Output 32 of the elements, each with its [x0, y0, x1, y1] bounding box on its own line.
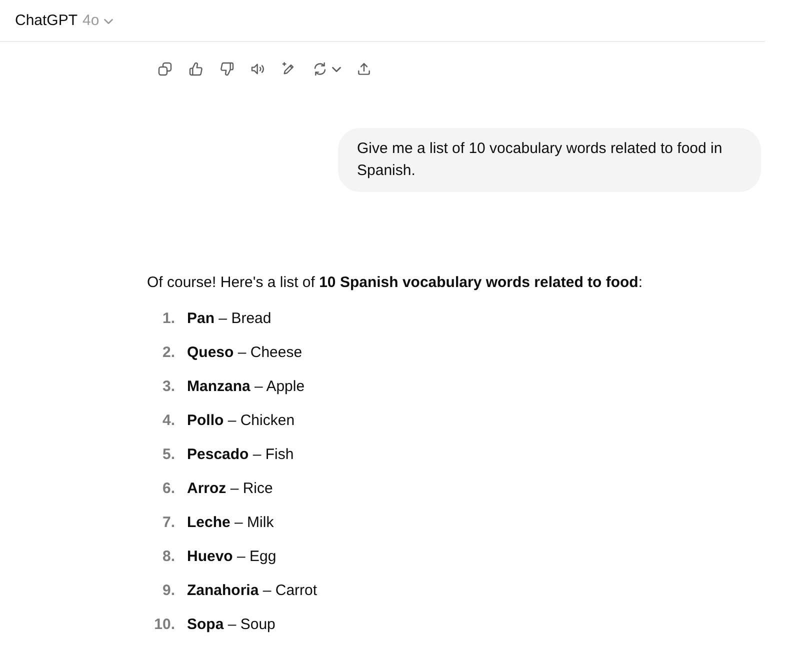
- list-number: 7.: [162, 513, 175, 533]
- list-item-text: Zanahoria – Carrot: [187, 581, 318, 601]
- list-item-text: Pollo – Chicken: [187, 411, 295, 431]
- list-number: 3.: [162, 377, 175, 397]
- list-item-text: Queso – Cheese: [187, 343, 302, 363]
- list-number: 10.: [154, 615, 175, 635]
- list-item-text: Pescado – Fish: [187, 445, 294, 465]
- thumbs-up-icon[interactable]: [188, 61, 204, 77]
- copy-icon[interactable]: [157, 61, 173, 77]
- upload-icon[interactable]: [356, 61, 372, 77]
- list-item-text: Pan – Bread: [187, 309, 272, 329]
- caret-icon[interactable]: [104, 16, 114, 26]
- list-item-text: Sopa – Soup: [187, 615, 276, 635]
- list-number: 6.: [162, 479, 175, 499]
- caret-icon[interactable]: [332, 64, 341, 74]
- list-number: 1.: [162, 309, 175, 329]
- list-item-text: Manzana – Apple: [187, 377, 305, 397]
- response-text: Of course! Here's a list of 10 Spanish vocabulary words related to food:: [147, 273, 644, 293]
- list-number: 2.: [162, 343, 175, 363]
- model-dropdown[interactable]: 4o: [82, 10, 100, 30]
- user-message-bubble: Give me a list of 10 vocabulary words related to food in Spanish.: [338, 128, 761, 192]
- thumbs-down-icon[interactable]: [219, 61, 235, 77]
- list-number: 8.: [162, 547, 175, 567]
- list-number: 4.: [162, 411, 175, 431]
- refresh-icon[interactable]: [312, 61, 328, 77]
- speaker-icon[interactable]: [250, 61, 266, 77]
- list-item-text: Huevo – Egg: [187, 547, 276, 567]
- list-item-text: Leche – Milk: [187, 513, 274, 533]
- list-item-text: Arroz – Rice: [187, 479, 273, 499]
- list-number: 9.: [162, 581, 175, 601]
- list-number: 5.: [162, 445, 175, 465]
- app-title: ChatGPT: [15, 10, 78, 30]
